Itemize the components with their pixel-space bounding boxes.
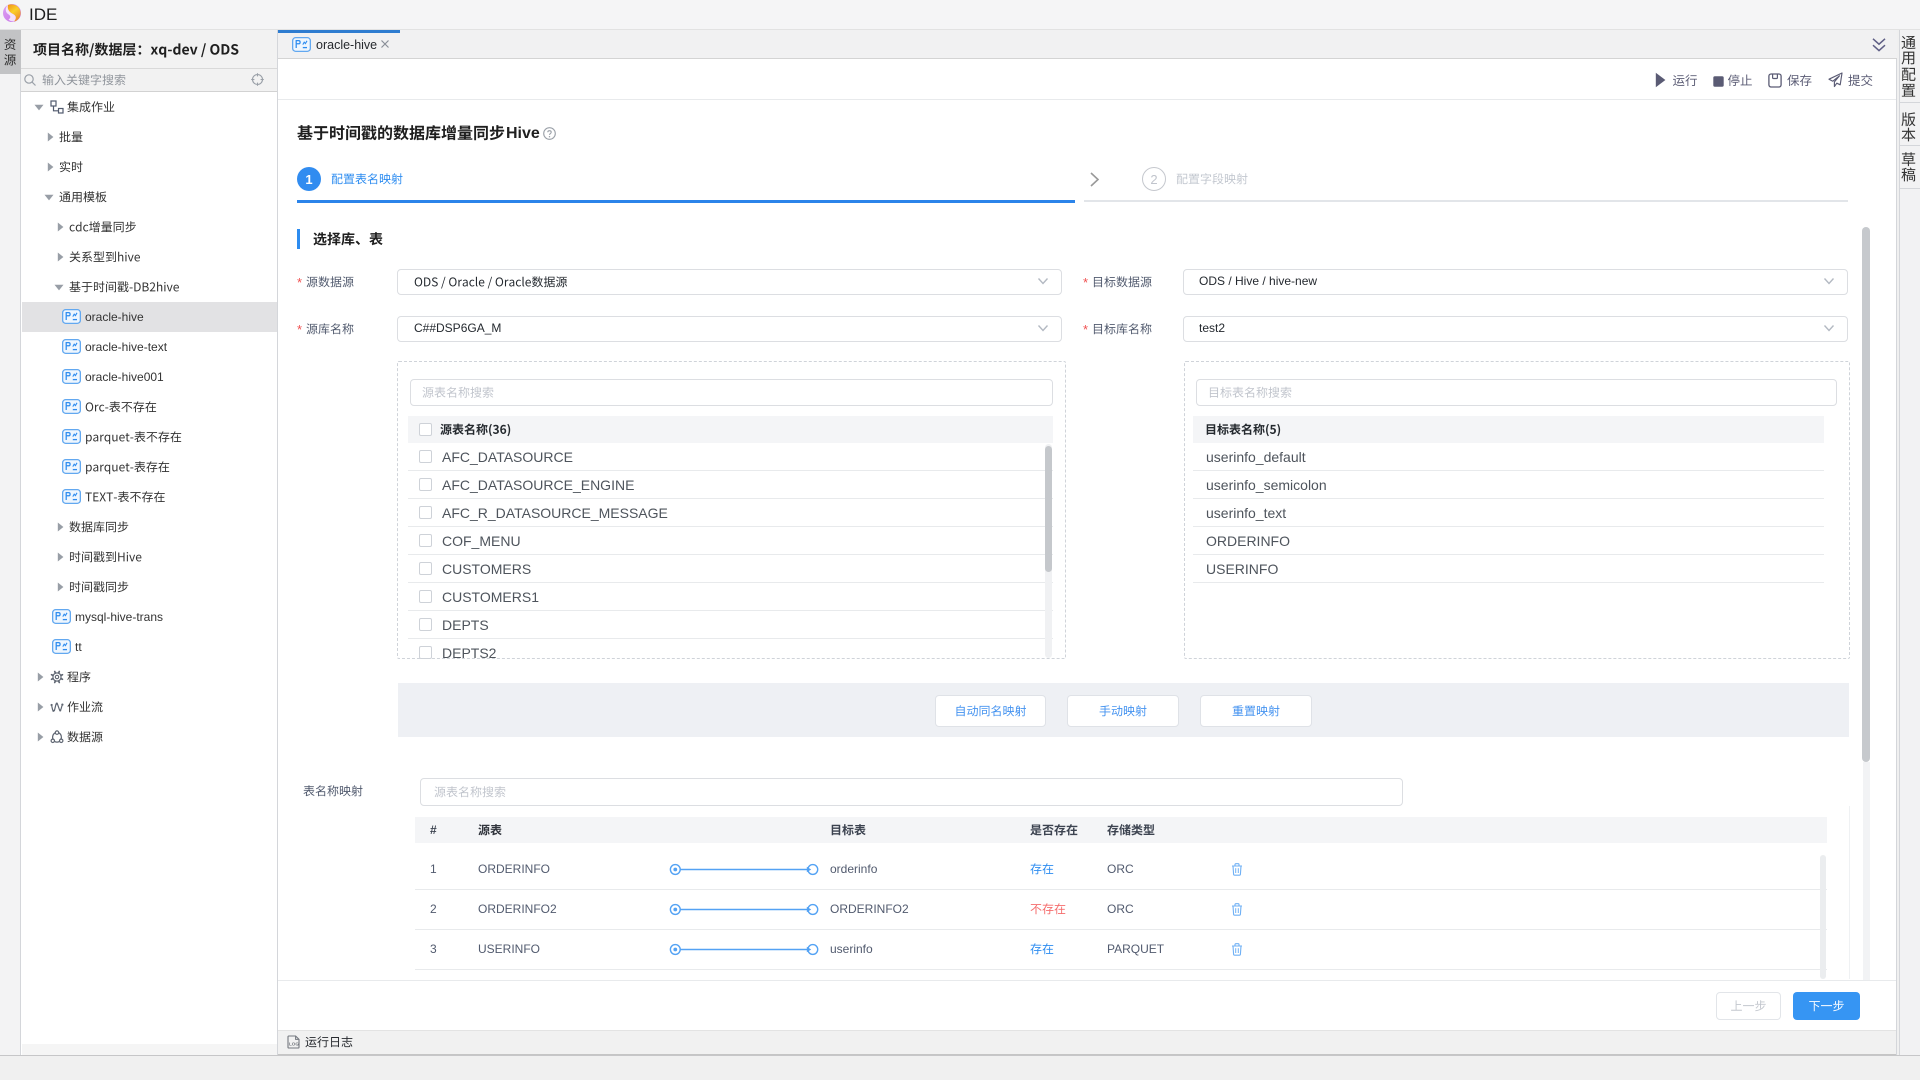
svg-text:LOG: LOG bbox=[289, 1042, 299, 1047]
